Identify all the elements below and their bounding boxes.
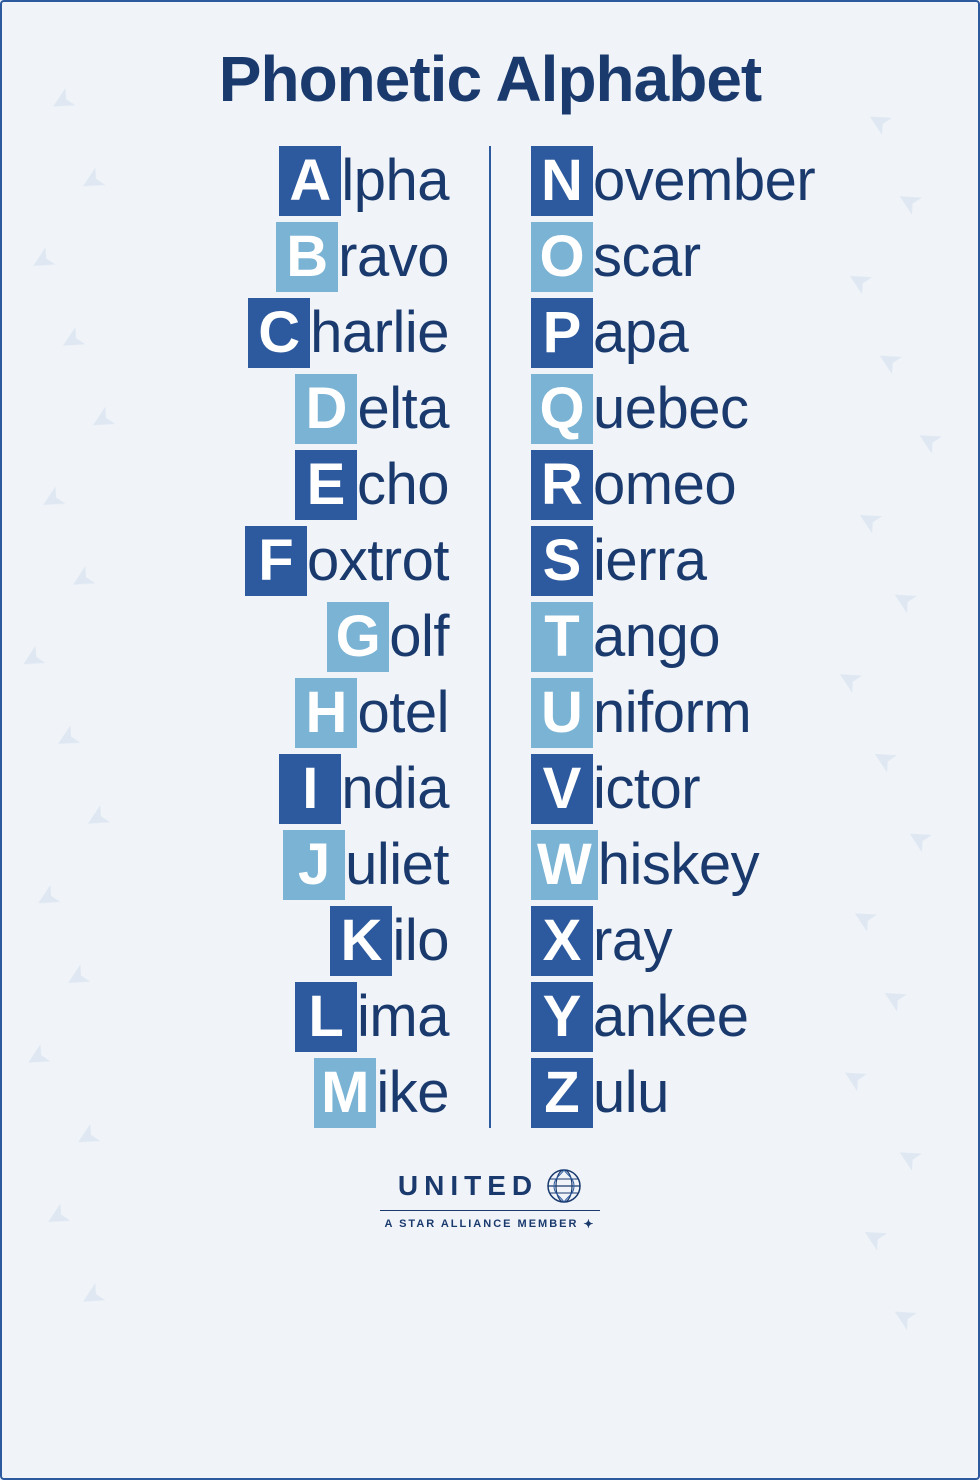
word-row: Xray bbox=[531, 906, 672, 976]
page-title: Phonetic Alphabet bbox=[219, 42, 761, 116]
word-row: Juliet bbox=[283, 830, 449, 900]
united-logo: UNITED bbox=[398, 1168, 582, 1204]
letter-box-k: K bbox=[330, 906, 392, 976]
letter-box-h: H bbox=[295, 678, 357, 748]
letter-box-c: C bbox=[248, 298, 310, 368]
word-row: Kilo bbox=[330, 906, 449, 976]
word-rest: omeo bbox=[593, 452, 736, 519]
letter-box-u: U bbox=[531, 678, 593, 748]
word-row: Sierra bbox=[531, 526, 707, 596]
letter-box-i: I bbox=[279, 754, 341, 824]
letter-box-e: E bbox=[295, 450, 357, 520]
word-row: Papa bbox=[531, 298, 688, 368]
word-rest: ray bbox=[593, 908, 672, 975]
letter-box-o: O bbox=[531, 222, 593, 292]
footer: UNITED A STAR ALLIANCE MEMBER ✦ bbox=[380, 1168, 600, 1231]
word-row: Zulu bbox=[531, 1058, 669, 1128]
word-rest: ilo bbox=[392, 908, 449, 975]
word-rest: ankee bbox=[593, 984, 749, 1051]
letter-box-m: M bbox=[314, 1058, 376, 1128]
page-container: Phonetic Alphabet AlphaBravoCharlieDelta… bbox=[0, 0, 980, 1480]
word-rest: apa bbox=[593, 300, 688, 367]
word-row: Alpha bbox=[279, 146, 449, 216]
word-row: Romeo bbox=[531, 450, 736, 520]
letter-box-t: T bbox=[531, 602, 593, 672]
word-row: Oscar bbox=[531, 222, 701, 292]
word-rest: ravo bbox=[338, 224, 449, 291]
letter-box-a: A bbox=[279, 146, 341, 216]
word-row: November bbox=[531, 146, 815, 216]
united-globe-icon bbox=[546, 1168, 582, 1204]
word-rest: ulu bbox=[593, 1060, 669, 1127]
word-row: Uniform bbox=[531, 678, 751, 748]
letter-box-j: J bbox=[283, 830, 345, 900]
alphabet-grid: AlphaBravoCharlieDeltaEchoFoxtrotGolfHot… bbox=[32, 146, 948, 1128]
letter-box-n: N bbox=[531, 146, 593, 216]
word-row: Tango bbox=[531, 602, 720, 672]
letter-box-r: R bbox=[531, 450, 593, 520]
word-row: Foxtrot bbox=[245, 526, 449, 596]
word-rest: ovember bbox=[593, 148, 815, 215]
right-column: NovemberOscarPapaQuebecRomeoSierraTangoU… bbox=[491, 146, 948, 1128]
word-row: Hotel bbox=[295, 678, 449, 748]
letter-box-w: W bbox=[531, 830, 598, 900]
word-rest: harlie bbox=[310, 300, 449, 367]
letter-box-g: G bbox=[327, 602, 389, 672]
star-alliance-icon: ✦ bbox=[583, 1217, 595, 1231]
word-rest: hiskey bbox=[598, 832, 759, 899]
word-row: Victor bbox=[531, 754, 700, 824]
word-rest: uliet bbox=[345, 832, 449, 899]
word-rest: ike bbox=[376, 1060, 449, 1127]
word-row: Golf bbox=[327, 602, 449, 672]
letter-box-s: S bbox=[531, 526, 593, 596]
word-row: Delta bbox=[295, 374, 449, 444]
word-rest: cho bbox=[357, 452, 449, 519]
word-row: Lima bbox=[295, 982, 449, 1052]
word-row: Echo bbox=[295, 450, 449, 520]
word-rest: otel bbox=[357, 680, 449, 747]
word-row: Mike bbox=[314, 1058, 449, 1128]
letter-box-b: B bbox=[276, 222, 338, 292]
letter-box-d: D bbox=[295, 374, 357, 444]
word-rest: niform bbox=[593, 680, 751, 747]
letter-box-p: P bbox=[531, 298, 593, 368]
word-row: India bbox=[279, 754, 449, 824]
word-rest: lpha bbox=[341, 148, 449, 215]
page-content: Phonetic Alphabet AlphaBravoCharlieDelta… bbox=[32, 42, 948, 1231]
word-rest: ndia bbox=[341, 756, 449, 823]
star-alliance-text: A STAR ALLIANCE MEMBER ✦ bbox=[385, 1217, 596, 1231]
letter-box-l: L bbox=[295, 982, 357, 1052]
united-brand-text: UNITED bbox=[398, 1170, 538, 1202]
word-row: Quebec bbox=[531, 374, 749, 444]
word-row: Yankee bbox=[531, 982, 749, 1052]
word-row: Bravo bbox=[276, 222, 449, 292]
word-rest: ictor bbox=[593, 756, 700, 823]
word-row: Charlie bbox=[248, 298, 449, 368]
letter-box-v: V bbox=[531, 754, 593, 824]
letter-box-z: Z bbox=[531, 1058, 593, 1128]
word-rest: ima bbox=[357, 984, 449, 1051]
letter-box-x: X bbox=[531, 906, 593, 976]
word-rest: uebec bbox=[593, 376, 749, 443]
letter-box-f: F bbox=[245, 526, 307, 596]
word-rest: oxtrot bbox=[307, 528, 449, 595]
letter-box-y: Y bbox=[531, 982, 593, 1052]
word-rest: scar bbox=[593, 224, 701, 291]
word-rest: olf bbox=[389, 604, 449, 671]
footer-divider bbox=[380, 1210, 600, 1211]
left-column: AlphaBravoCharlieDeltaEchoFoxtrotGolfHot… bbox=[32, 146, 489, 1128]
word-rest: ango bbox=[593, 604, 720, 671]
word-rest: ierra bbox=[593, 528, 707, 595]
word-row: Whiskey bbox=[531, 830, 759, 900]
letter-box-q: Q bbox=[531, 374, 593, 444]
word-rest: elta bbox=[357, 376, 449, 443]
